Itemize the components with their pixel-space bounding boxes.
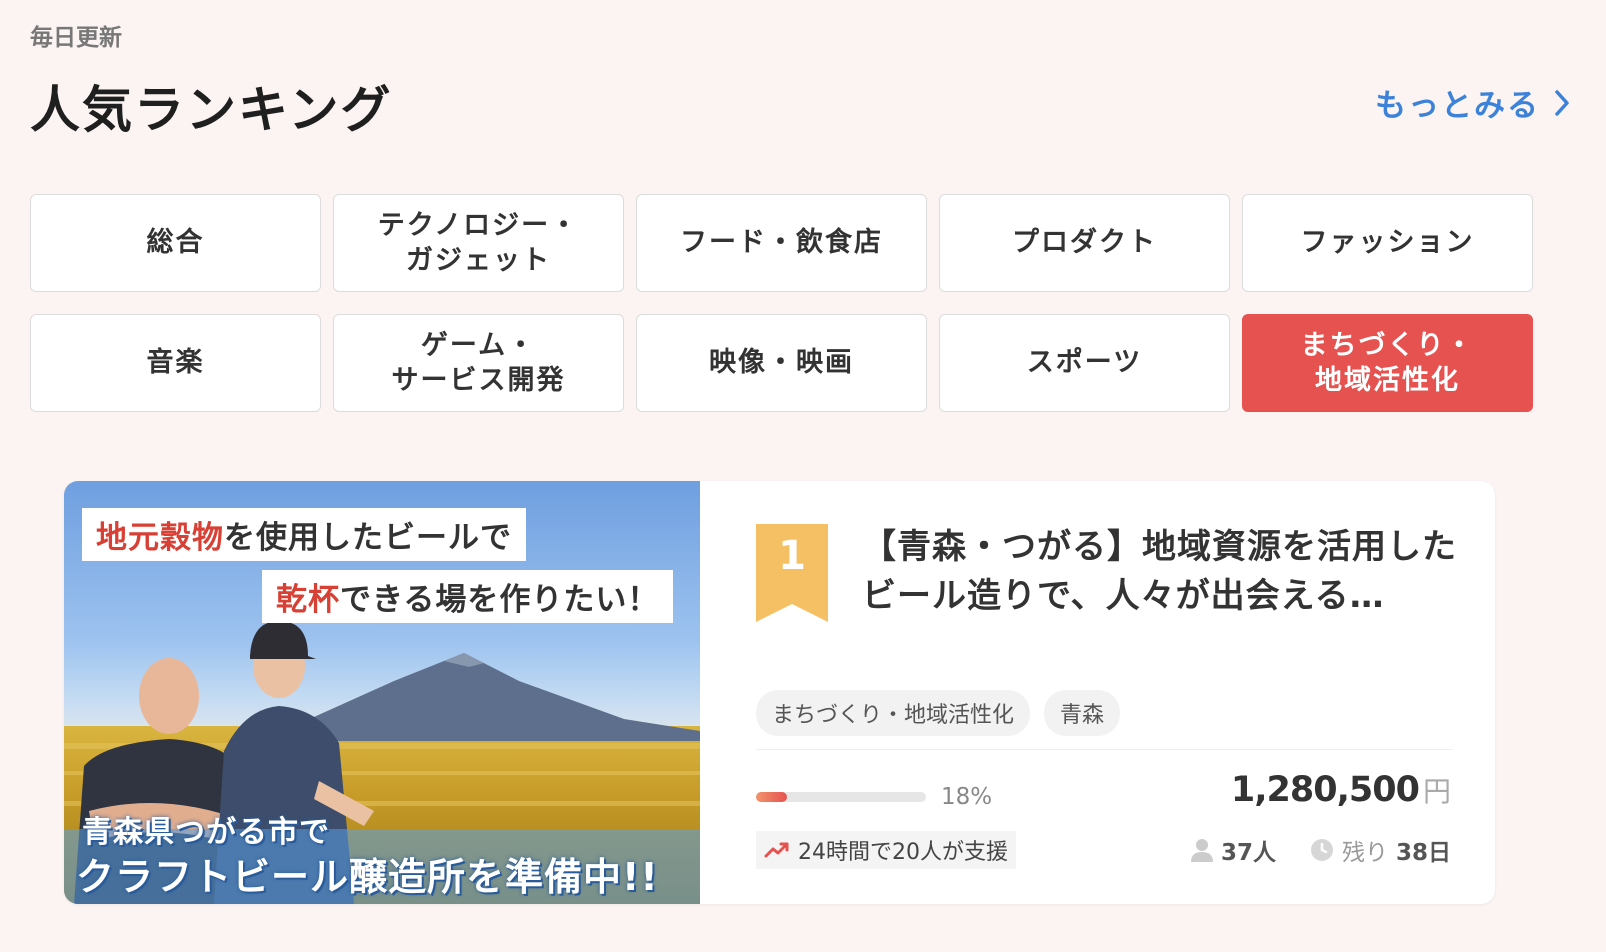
project-card[interactable]: 地元穀物を使用したビールで 乾杯できる場を作りたい！ 青森県つがる市で クラフト… (64, 481, 1495, 904)
trending-up-icon (764, 842, 789, 858)
page-title: 人気ランキング (30, 81, 393, 139)
progress-percent: 18% (941, 784, 993, 810)
divider (756, 749, 1453, 750)
see-more-link[interactable]: もっとみる (1375, 80, 1570, 125)
category-tab[interactable]: ファッション (1242, 194, 1533, 292)
funding-progress-bar (756, 792, 926, 802)
image-caption: 地元穀物を使用したビールで (82, 508, 526, 561)
amount-unit: 円 (1422, 775, 1451, 808)
category-tab[interactable]: プロダクト (939, 194, 1230, 292)
category-tabs: 総合 テクノロジー・ ガジェット フード・飲食店 プロダクト ファッション 音楽… (30, 194, 1533, 412)
category-tab[interactable]: 音楽 (30, 314, 321, 412)
project-tags: まちづくり・地域活性化 青森 (756, 690, 1121, 736)
rank-number: 1 (778, 533, 806, 579)
project-meta: 37人 残り 38日 (1190, 833, 1451, 867)
category-tab[interactable]: まちづくり・ 地域活性化 (1242, 314, 1533, 412)
remaining-days: 38日 (1395, 840, 1451, 866)
see-more-label: もっとみる (1375, 88, 1540, 124)
progress-fill (756, 792, 787, 802)
update-frequency-label: 毎日更新 (30, 25, 122, 51)
image-caption: 青森県つがる市で (82, 815, 330, 850)
clock-icon (1310, 839, 1333, 861)
tag[interactable]: 青森 (1044, 690, 1121, 736)
category-tab[interactable]: 映像・映画 (636, 314, 927, 412)
image-caption: 乾杯できる場を作りたい！ (262, 570, 674, 623)
remaining-label: 残り (1341, 840, 1388, 866)
image-caption: クラフトビール醸造所を準備中!! (76, 855, 659, 899)
trend-text: 24時間で20人が支援 (798, 840, 1008, 865)
category-tab[interactable]: ゲーム・ サービス開発 (333, 314, 624, 412)
project-thumbnail: 地元穀物を使用したビールで 乾杯できる場を作りたい！ 青森県つがる市で クラフト… (64, 481, 700, 904)
tag[interactable]: まちづくり・地域活性化 (756, 690, 1031, 736)
person-icon (1190, 839, 1213, 862)
amount-value: 1,280,500 (1230, 770, 1420, 810)
amount-raised: 1,280,500 円 (1231, 770, 1451, 810)
chevron-right-icon (1554, 89, 1570, 117)
project-title[interactable]: 【青森・つがる】地域資源を活用したビール造りで、人々が出会える… (862, 523, 1462, 622)
trend-badge: 24時間で20人が支援 (756, 831, 1016, 869)
category-tab[interactable]: スポーツ (939, 314, 1230, 412)
supporter-count: 37人 (1220, 840, 1276, 866)
category-tab[interactable]: テクノロジー・ ガジェット (333, 194, 624, 292)
category-tab[interactable]: フード・飲食店 (636, 194, 927, 292)
category-tab[interactable]: 総合 (30, 194, 321, 292)
